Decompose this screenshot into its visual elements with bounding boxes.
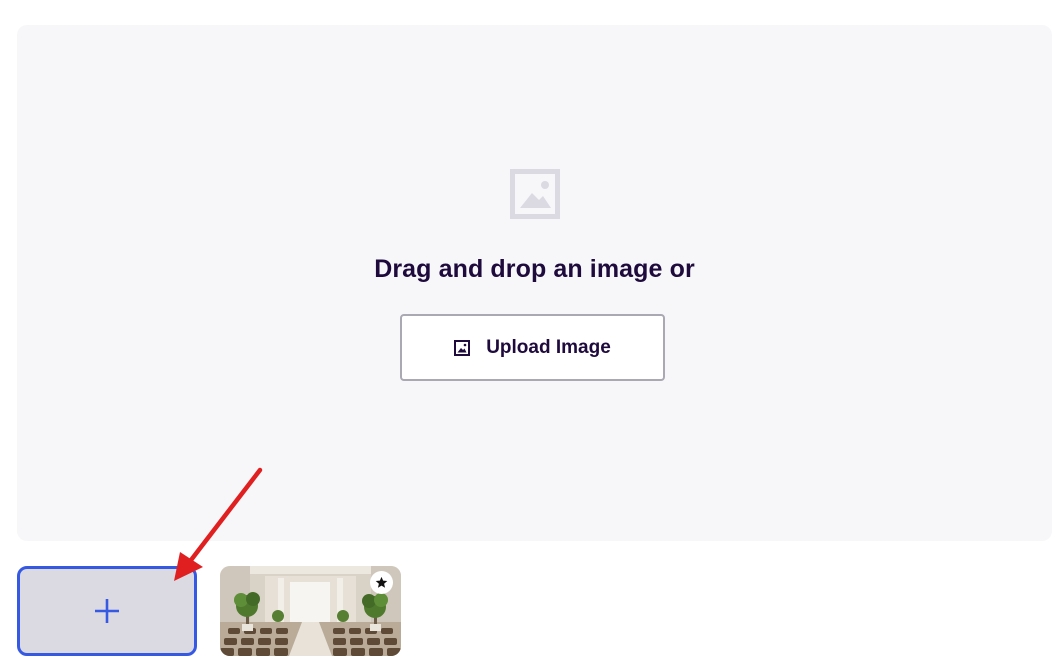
star-icon: [375, 576, 388, 588]
featured-badge[interactable]: [370, 571, 393, 594]
upload-image-button[interactable]: Upload Image: [400, 314, 665, 381]
add-image-button[interactable]: [17, 566, 197, 656]
plus-icon: [95, 599, 119, 623]
image-placeholder-icon: [510, 169, 560, 219]
image-icon: [454, 339, 471, 356]
drop-prompt: Drag and drop an image or: [374, 255, 695, 283]
image-thumbnail[interactable]: [220, 566, 401, 656]
upload-image-label: Upload Image: [486, 336, 611, 358]
image-uploader: Drag and drop an image or Upload Image: [0, 0, 1063, 663]
